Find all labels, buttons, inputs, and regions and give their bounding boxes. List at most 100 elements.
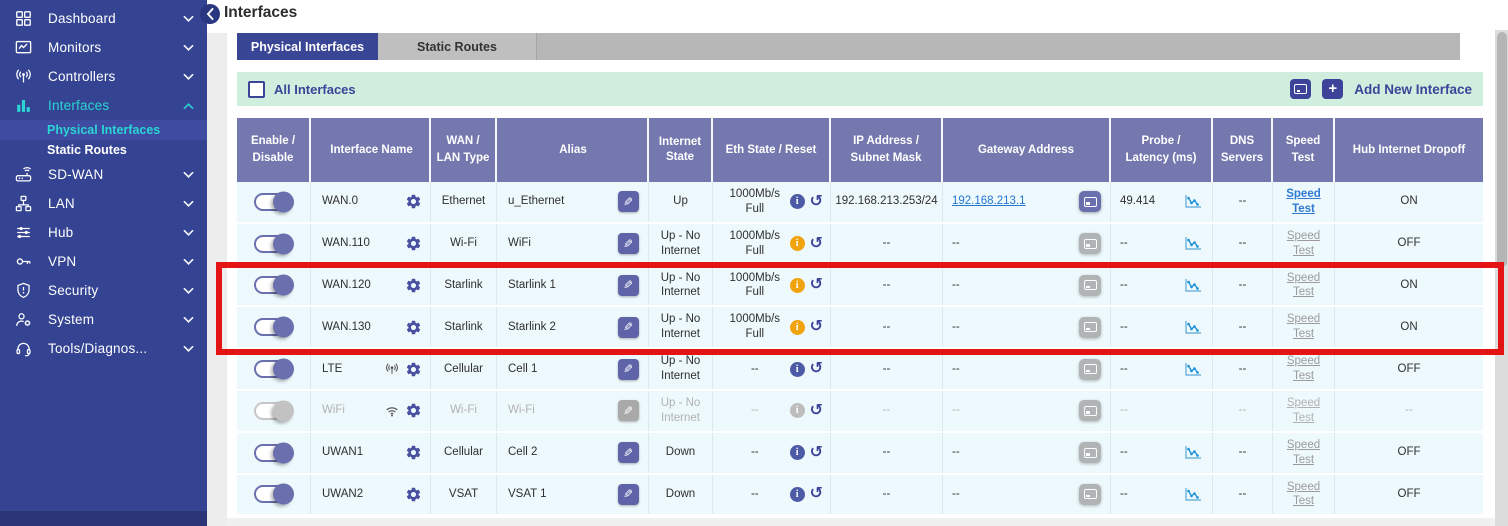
table-body: WAN.0 Ethernet u_Ethernet ✎ Up 1000Mb/s … (237, 182, 1483, 516)
sidebar-item-vpn[interactable]: VPN (0, 247, 207, 276)
edit-alias-button[interactable]: ✎ (618, 317, 639, 338)
info-icon[interactable]: i (790, 362, 805, 377)
internet-state: Up - No Internet (652, 229, 709, 259)
sidebar-item-monitors[interactable]: Monitors (0, 33, 207, 62)
speed-test-link[interactable]: Speed Test (1283, 187, 1325, 217)
reset-icon[interactable]: ↺ (810, 445, 823, 461)
vertical-scrollbar[interactable] (1495, 30, 1508, 526)
chevron-down-icon[interactable] (183, 200, 194, 208)
reset-icon[interactable]: ↺ (810, 486, 823, 502)
latency-chart-icon[interactable] (1184, 278, 1203, 293)
chevron-down-icon[interactable] (183, 73, 194, 81)
edit-alias-button[interactable]: ✎ (618, 233, 639, 254)
chevron-down-icon[interactable] (183, 345, 194, 353)
gear-icon[interactable] (405, 235, 422, 252)
sidebar-item-controllers[interactable]: Controllers (0, 62, 207, 91)
gear-icon[interactable] (405, 193, 422, 210)
reset-icon[interactable]: ↺ (810, 403, 823, 419)
enable-toggle[interactable] (254, 402, 293, 420)
select-all-checkbox[interactable] (248, 81, 265, 98)
enable-toggle[interactable] (254, 235, 293, 253)
hub-internet-dropoff: OFF (1398, 236, 1421, 251)
gear-icon[interactable] (405, 361, 422, 378)
latency-chart-icon[interactable] (1184, 194, 1203, 209)
reset-icon[interactable]: ↺ (810, 319, 823, 335)
gear-icon[interactable] (405, 486, 422, 503)
info-icon[interactable]: i (790, 403, 805, 418)
enable-toggle[interactable] (254, 485, 293, 503)
enable-toggle[interactable] (254, 444, 293, 462)
sidebar-item-sd-wan[interactable]: SD-WAN (0, 160, 207, 189)
gateway-address[interactable]: 192.168.213.1 (952, 194, 1026, 209)
chevron-up-icon[interactable] (183, 102, 194, 110)
sidebar-item-dashboard[interactable]: Dashboard (0, 4, 207, 33)
ip-address: 192.168.213.253/24 (835, 194, 937, 209)
sidebar-item-security[interactable]: Security (0, 276, 207, 305)
latency-chart-icon[interactable] (1184, 362, 1203, 377)
info-icon[interactable]: i (790, 445, 805, 460)
pencil-icon: ✎ (623, 488, 633, 500)
sidebar-item-system[interactable]: System (0, 305, 207, 334)
info-icon[interactable]: i (790, 320, 805, 335)
reset-icon[interactable]: ↺ (810, 194, 823, 210)
chevron-down-icon[interactable] (183, 44, 194, 52)
reset-icon[interactable]: ↺ (810, 236, 823, 252)
interface-name: WAN.130 (322, 320, 371, 335)
sidebar-item-hub[interactable]: Hub (0, 218, 207, 247)
gear-icon[interactable] (405, 402, 422, 419)
latency-chart-icon[interactable] (1184, 236, 1203, 251)
edit-alias-button[interactable]: ✎ (618, 191, 639, 212)
add-interface-button[interactable]: + (1322, 79, 1343, 99)
info-icon[interactable]: i (790, 236, 805, 251)
latency-chart-icon[interactable] (1184, 320, 1203, 335)
sidebar-subitem-static-routes[interactable]: Static Routes (0, 140, 207, 160)
chevron-down-icon[interactable] (183, 258, 194, 266)
scrollbar-thumb[interactable] (1497, 32, 1507, 267)
gear-icon[interactable] (405, 444, 422, 461)
dns-servers: -- (1239, 236, 1247, 251)
enable-toggle[interactable] (254, 276, 293, 294)
edit-alias-button[interactable]: ✎ (618, 275, 639, 296)
gear-icon[interactable] (405, 319, 422, 336)
gateway-address: -- (952, 362, 960, 377)
enable-toggle[interactable] (254, 193, 293, 211)
tab-physical-interfaces[interactable]: Physical Interfaces (237, 33, 378, 60)
internet-state: Up - No Internet (652, 312, 709, 342)
latency-chart-icon[interactable] (1184, 487, 1203, 502)
edit-alias-button[interactable]: ✎ (618, 359, 639, 380)
enable-toggle[interactable] (254, 360, 293, 378)
gateway-address: -- (952, 278, 960, 293)
sidebar-item-tools-diagnos[interactable]: Tools/Diagnos... (0, 334, 207, 363)
edit-alias-button[interactable]: ✎ (618, 442, 639, 463)
dns-servers: -- (1239, 362, 1247, 377)
chevron-down-icon[interactable] (183, 316, 194, 324)
remote-console-icon (1079, 233, 1101, 254)
enable-toggle[interactable] (254, 318, 293, 336)
info-icon[interactable]: i (790, 487, 805, 502)
chevron-down-icon[interactable] (183, 287, 194, 295)
column-view-button[interactable] (1290, 79, 1311, 99)
chevron-down-icon[interactable] (183, 229, 194, 237)
gear-icon[interactable] (405, 277, 422, 294)
edit-alias-button[interactable]: ✎ (618, 400, 639, 421)
pencil-icon: ✎ (623, 196, 633, 208)
sidebar-subitem-physical-interfaces[interactable]: Physical Interfaces (0, 120, 207, 140)
alias: u_Ethernet (508, 194, 564, 209)
edit-alias-button[interactable]: ✎ (618, 484, 639, 505)
sidebar-item-interfaces[interactable]: Interfaces (0, 91, 207, 120)
chevron-down-icon[interactable] (183, 171, 194, 179)
system-icon (14, 310, 33, 329)
sidebar-item-lan[interactable]: LAN (0, 189, 207, 218)
chevron-down-icon[interactable] (183, 15, 194, 23)
remote-console-icon[interactable] (1079, 191, 1101, 212)
info-icon[interactable]: i (790, 278, 805, 293)
cellular-signal-icon (384, 361, 400, 377)
reset-icon[interactable]: ↺ (810, 277, 823, 293)
latency-chart-icon[interactable] (1184, 445, 1203, 460)
collapse-sidebar-button[interactable] (200, 4, 220, 24)
info-icon[interactable]: i (790, 194, 805, 209)
add-new-interface-label[interactable]: Add New Interface (1354, 82, 1472, 97)
table-row-wifi: WiFi Wi-Fi Wi-Fi ✎ Up - No Internet -- i… (237, 391, 1483, 433)
reset-icon[interactable]: ↺ (810, 361, 823, 377)
tab-static-routes[interactable]: Static Routes (378, 33, 537, 60)
